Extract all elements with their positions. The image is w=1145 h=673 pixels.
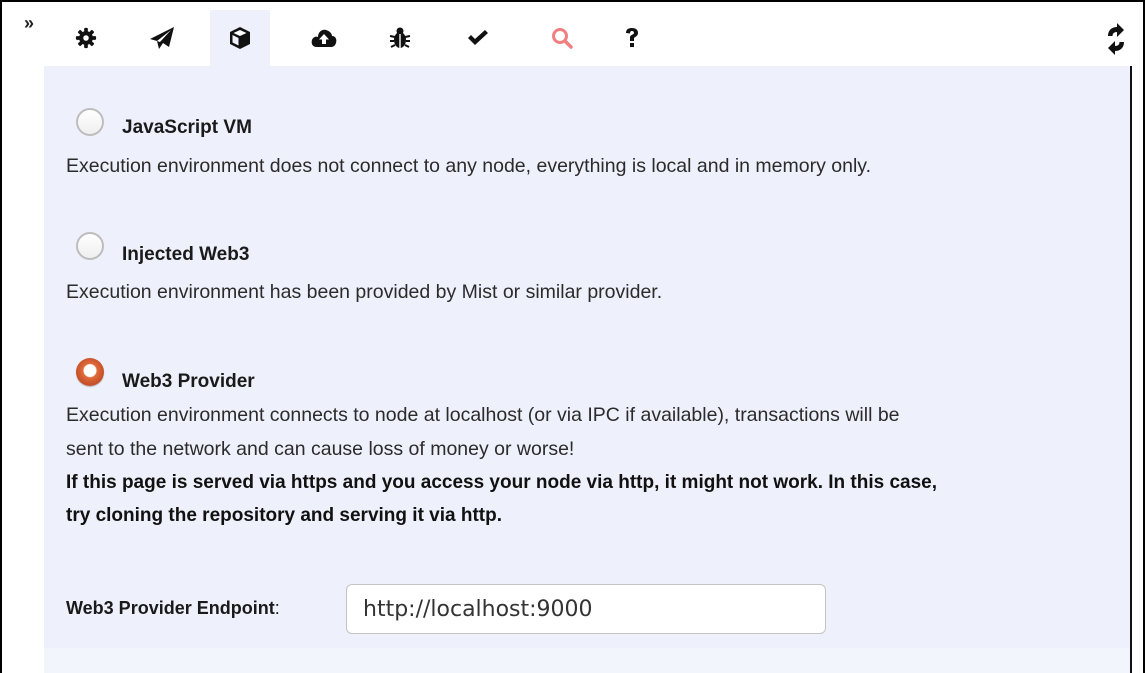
- tab-search[interactable]: [532, 10, 592, 66]
- search-icon: [552, 28, 573, 49]
- tab-settings[interactable]: [56, 10, 116, 66]
- endpoint-input[interactable]: [346, 584, 826, 634]
- radio-injected-web3[interactable]: [76, 232, 104, 260]
- checkmark-icon: [468, 30, 488, 45]
- tab-analysis[interactable]: [448, 10, 508, 66]
- option-label: Injected Web3: [122, 244, 250, 265]
- paper-plane-icon: [150, 27, 174, 49]
- https-warning: try cloning the repository and serving i…: [66, 505, 503, 526]
- tab-environment[interactable]: [210, 10, 270, 66]
- cloud-upload-icon: [311, 29, 337, 47]
- https-warning: If this page is served via https and you…: [66, 472, 938, 493]
- tab-help[interactable]: [602, 10, 662, 66]
- tab-run[interactable]: [132, 10, 192, 66]
- tab-publish[interactable]: [294, 10, 354, 66]
- option-description: Execution environment has been provided …: [66, 281, 663, 303]
- option-description: Execution environment connects to node a…: [66, 404, 900, 426]
- endpoint-label: Web3 Provider Endpoint:: [66, 598, 280, 618]
- option-label: JavaScript VM: [122, 117, 252, 138]
- option-label: Web3 Provider: [122, 371, 255, 392]
- gear-icon: [75, 27, 97, 49]
- tab-debugger[interactable]: [370, 10, 430, 66]
- question-icon: [626, 28, 638, 47]
- radio-javascript-vm[interactable]: [76, 108, 104, 136]
- option-description: sent to the network and can cause loss o…: [66, 438, 575, 460]
- collapse-toggle[interactable]: »: [24, 14, 34, 32]
- option-description: Execution environment does not connect t…: [66, 155, 872, 177]
- toolbar: »: [2, 2, 1143, 66]
- radio-web3-provider[interactable]: [76, 358, 104, 386]
- panel-footer: [44, 648, 1130, 673]
- panel-divider: [1130, 66, 1132, 673]
- refresh-button[interactable]: [1104, 22, 1128, 61]
- cube-icon: [230, 27, 250, 49]
- bug-icon: [389, 27, 411, 48]
- refresh-icon: [1108, 23, 1124, 55]
